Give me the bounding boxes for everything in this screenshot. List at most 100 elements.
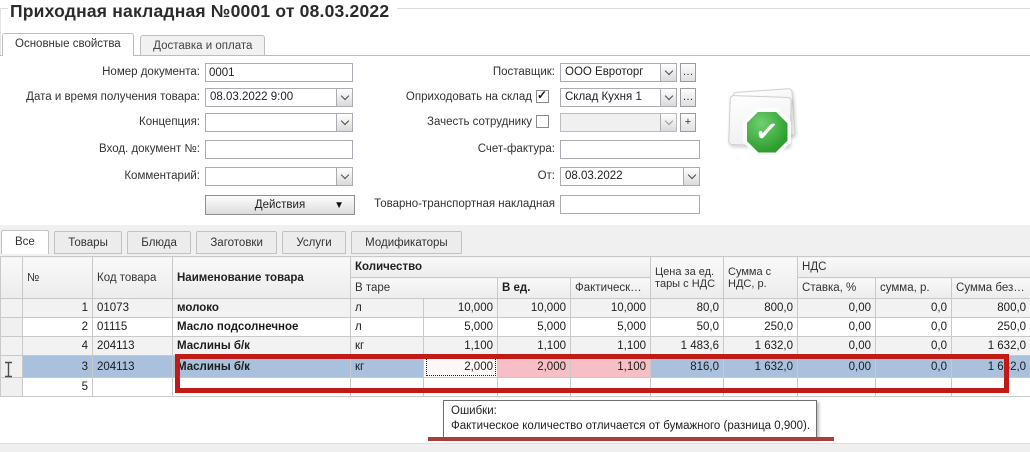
tab-delivery-payment[interactable]: Доставка и оплата [140,35,265,56]
cell-actual[interactable]: 1,100 [571,337,651,356]
cell-sum-vat[interactable] [724,378,798,397]
supplier-dropdown[interactable]: ООО Евроторг [560,63,677,82]
cell-vat-amount[interactable]: 0,0 [876,337,952,356]
row-selector-cell[interactable] [1,299,23,318]
col-header-vat-amount[interactable]: сумма, р. [876,278,952,299]
cell-name[interactable]: молоко [173,299,351,318]
cell-sum-no-vat[interactable]: 800,0 [952,299,1030,318]
tab-all[interactable]: Все [1,230,49,254]
invoice-factura-input[interactable] [560,140,700,159]
cell-sum-vat[interactable]: 250,0 [724,318,798,337]
concept-dropdown[interactable] [205,113,353,132]
cell-num[interactable]: 2 [23,318,93,337]
cell-sum-vat[interactable]: 800,0 [724,299,798,318]
cell-tare[interactable]: 1,100 [424,337,498,356]
col-group-quantity[interactable]: Количество [351,257,651,278]
col-header-tare[interactable]: В таре [351,278,498,299]
waybill-input[interactable] [560,195,700,214]
cell-vat-amount[interactable]: 0,0 [876,299,952,318]
cell-actual[interactable] [571,378,651,397]
tab-main-properties[interactable]: Основные свойства [2,33,134,56]
cell-vat-rate[interactable] [798,378,876,397]
col-header-name[interactable]: Наименование товара [173,257,351,299]
cell-num[interactable]: 4 [23,337,93,356]
cell-vat-rate[interactable]: 0,00 [798,318,876,337]
cell-num[interactable]: 1 [23,299,93,318]
cell-price[interactable]: 1 483,6 [651,337,724,356]
cell-vat-rate[interactable]: 0,00 [798,299,876,318]
cell-unit[interactable]: л [351,299,424,318]
cell-tare-editing[interactable]: 2,000 [424,356,498,378]
tab-services[interactable]: Услуги [282,231,345,254]
cell-code[interactable]: 204113 [93,356,173,378]
cell-in-units[interactable] [498,378,571,397]
cell-tare[interactable]: 5,000 [424,318,498,337]
cell-name[interactable]: Маслины б/к [173,356,351,378]
cell-vat-rate[interactable]: 0,00 [798,337,876,356]
cell-in-units[interactable]: 1,100 [498,337,571,356]
cell-code[interactable]: 204113 [93,337,173,356]
cell-num[interactable]: 5 [23,378,93,397]
cell-num[interactable]: 3 [23,356,93,378]
tab-preparations[interactable]: Заготовки [196,231,277,254]
cell-sum-vat[interactable]: 1 632,0 [724,356,798,378]
cell-unit[interactable]: л [351,318,424,337]
cell-sum-no-vat[interactable]: 250,0 [952,318,1030,337]
credit-employee-checkbox[interactable] [536,115,549,128]
cell-sum-vat[interactable]: 1 632,0 [724,337,798,356]
date-received-dropdown[interactable]: 08.03.2022 9:00 [205,88,353,107]
tab-modifiers[interactable]: Модификаторы [351,231,462,254]
chevron-down-icon[interactable] [660,89,676,106]
cell-sum-no-vat[interactable] [952,378,1030,397]
col-header-in-units[interactable]: В ед. [498,278,571,299]
cell-in-units[interactable]: 5,000 [498,318,571,337]
cell-in-units-error[interactable]: 2,000 [498,356,571,378]
cell-sum-no-vat[interactable]: 1 632,0 [952,356,1030,378]
cell-tare[interactable]: 10,000 [424,299,498,318]
chevron-down-icon[interactable] [336,168,352,185]
chevron-down-icon[interactable] [336,114,352,131]
col-header-num[interactable]: № [23,257,93,299]
warehouse-dropdown[interactable]: Склад Кухня 1 [560,88,677,107]
cell-code[interactable] [93,378,173,397]
cell-actual-error[interactable]: 1,100 [571,356,651,378]
table-row[interactable]: 1 01073 молоко л 10,000 10,000 10,000 80… [1,299,1030,318]
cell-actual[interactable]: 10,000 [571,299,651,318]
cell-actual[interactable]: 5,000 [571,318,651,337]
col-header-actual[interactable]: Фактическ… [571,278,651,299]
chevron-down-icon[interactable] [683,168,699,185]
row-selector-cell[interactable] [1,318,23,337]
col-group-vat[interactable]: НДС [798,257,1030,278]
cell-price[interactable]: 816,0 [651,356,724,378]
col-header-vat-rate[interactable]: Ставка, % [798,278,876,299]
table-row-empty[interactable]: 5 [1,378,1030,397]
cell-price[interactable]: 50,0 [651,318,724,337]
row-selector-cell[interactable] [1,337,23,356]
cell-vat-amount[interactable]: 0,0 [876,318,952,337]
add-employee-button[interactable]: + [680,113,696,132]
cell-unit[interactable] [351,378,424,397]
tab-dishes[interactable]: Блюда [127,231,191,254]
cell-unit[interactable]: кг [351,337,424,356]
warehouse-browse-button[interactable]: … [680,88,696,107]
cell-vat-amount[interactable] [876,378,952,397]
tab-goods[interactable]: Товары [54,231,122,254]
table-row[interactable]: 2 01115 Масло подсолнечное л 5,000 5,000… [1,318,1030,337]
chevron-down-icon[interactable] [336,89,352,106]
doc-number-input[interactable] [205,63,353,82]
table-row[interactable]: 4 204113 Маслины б/к кг 1,100 1,100 1,10… [1,337,1030,356]
chevron-down-icon[interactable] [660,64,676,81]
cell-unit[interactable]: кг [351,356,424,378]
from-date-dropdown[interactable]: 08.03.2022 [560,167,700,186]
cell-vat-rate[interactable]: 0,00 [798,356,876,378]
col-header-sum-vat[interactable]: Сумма с НДС, р. [724,257,798,299]
comment-dropdown[interactable] [205,167,353,186]
cell-code[interactable]: 01073 [93,299,173,318]
cell-name[interactable] [173,378,351,397]
cell-price[interactable]: 80,0 [651,299,724,318]
cell-vat-amount[interactable]: 0,0 [876,356,952,378]
cell-tare[interactable] [424,378,498,397]
actions-button[interactable]: Действия ▼ [205,195,355,215]
table-row-selected[interactable]: 3 204113 Маслины б/к кг 2,000 2,000 1,10… [1,356,1030,378]
cell-sum-no-vat[interactable]: 1 632,0 [952,337,1030,356]
